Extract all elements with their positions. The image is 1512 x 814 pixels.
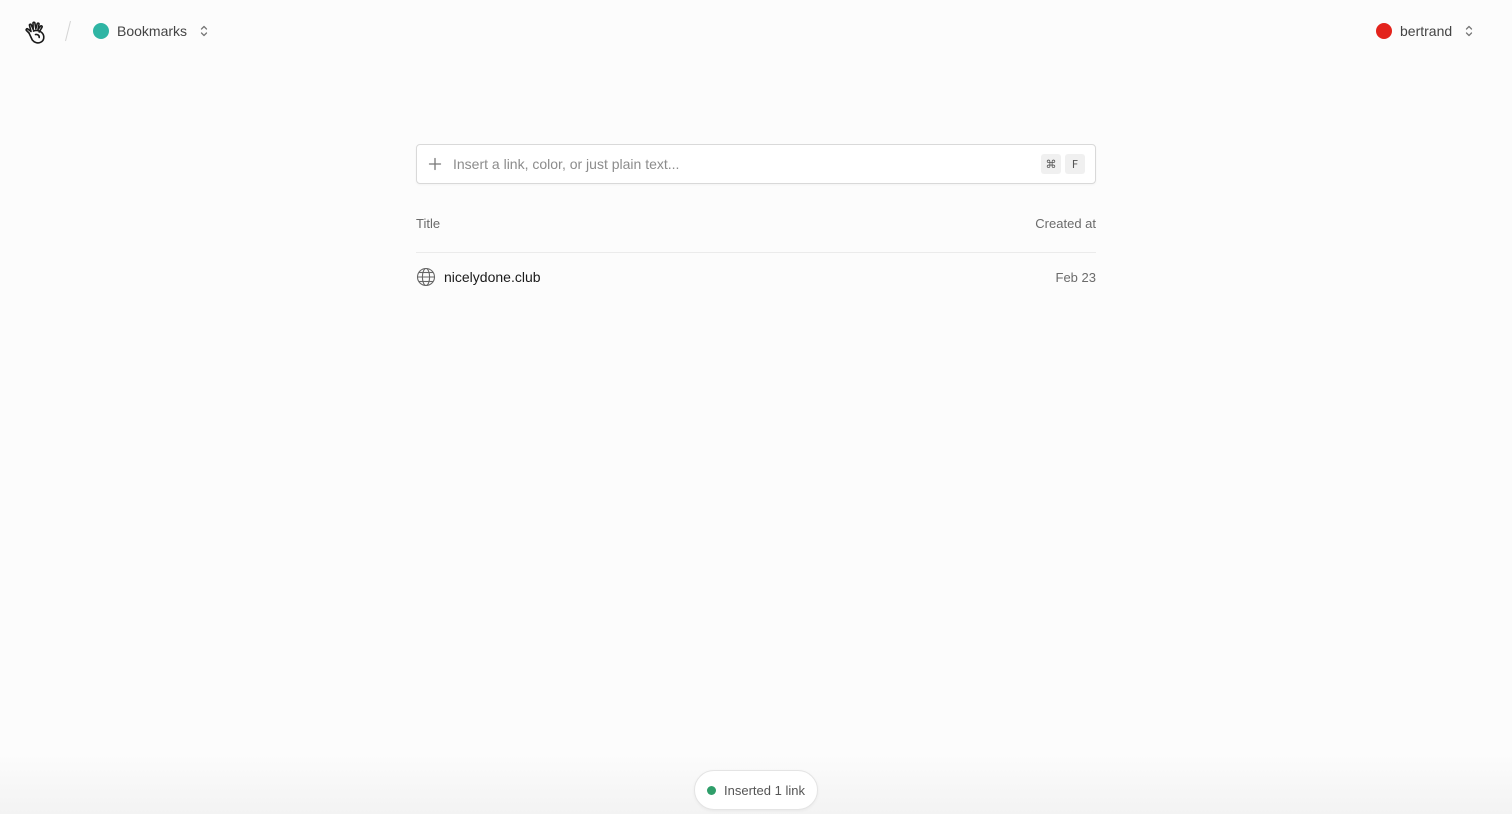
- insert-input[interactable]: [453, 146, 1041, 182]
- bookmark-date: Feb 23: [1055, 269, 1096, 285]
- bookmark-title[interactable]: nicelydone.club: [444, 269, 541, 285]
- table-header: Title Created at: [416, 216, 1096, 253]
- f-key: F: [1065, 154, 1085, 174]
- space-switcher[interactable]: Bookmarks: [93, 19, 209, 43]
- command-key: ⌘: [1041, 154, 1061, 174]
- row-title-cell: nicelydone.club: [416, 267, 541, 287]
- bookmarks-panel: ⌘ F Title Created at nicelydone.club Feb…: [416, 144, 1096, 301]
- top-bar: Bookmarks bertrand: [0, 0, 1512, 62]
- app-page: Bookmarks bertrand ⌘ F: [0, 0, 1512, 814]
- user-switcher[interactable]: bertrand: [1376, 19, 1474, 43]
- chevron-up-down-icon: [1466, 25, 1473, 37]
- space-color-dot: [93, 23, 109, 39]
- column-created-at[interactable]: Created at: [1035, 216, 1096, 231]
- status-toast: Inserted 1 link: [694, 770, 818, 810]
- table-row[interactable]: nicelydone.club Feb 23: [416, 253, 1096, 301]
- plus-icon[interactable]: [428, 157, 442, 171]
- space-name: Bookmarks: [117, 23, 188, 39]
- user-avatar-dot: [1376, 23, 1392, 39]
- user-name: bertrand: [1400, 23, 1453, 39]
- chevron-up-down-icon: [200, 25, 208, 37]
- globe-icon: [416, 267, 436, 287]
- shortcut-hint: ⌘ F: [1041, 154, 1085, 174]
- column-title[interactable]: Title: [416, 216, 440, 231]
- toast-message: Inserted 1 link: [724, 782, 805, 798]
- insert-bar[interactable]: ⌘ F: [416, 144, 1096, 184]
- success-dot-icon: [707, 785, 717, 795]
- hand-logo-icon[interactable]: [22, 18, 50, 46]
- breadcrumb-separator: [65, 20, 71, 42]
